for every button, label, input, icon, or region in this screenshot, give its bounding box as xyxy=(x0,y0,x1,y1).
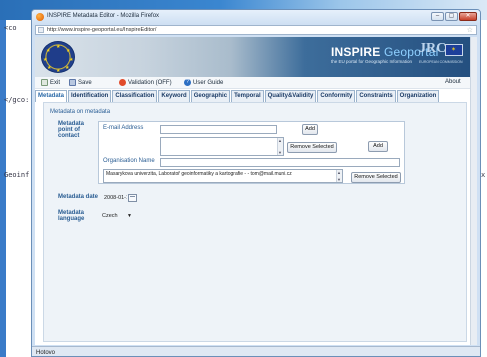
tab-quality-validity[interactable]: Quality&Validity xyxy=(264,90,317,102)
eu-flag-icon: ✶ xyxy=(445,44,463,56)
tab-metadata[interactable]: Metadata xyxy=(35,90,68,102)
organisation-list[interactable]: Masarykova univerzita, Laboratoř geoinfo… xyxy=(103,169,343,183)
background-code-text: Geoinf xyxy=(4,171,30,179)
page-icon xyxy=(38,27,44,33)
minimize-button[interactable]: – xyxy=(431,12,444,21)
header-banner: ★ ★ ★ ★ ★ ★ ★ ★ INSPIRE Geoportal the EU… xyxy=(35,37,470,77)
window-controls: – ▢ ✕ xyxy=(431,12,477,21)
window-titlebar[interactable]: INSPIRE Metadata Editor - Mozilla Firefo… xyxy=(32,10,480,24)
user-guide-button[interactable]: ? User Guide xyxy=(184,79,223,86)
add-email-button[interactable]: Add xyxy=(302,124,318,135)
validation-icon xyxy=(119,79,126,86)
browser-window: INSPIRE Metadata Editor - Mozilla Firefo… xyxy=(31,9,481,357)
metadata-language-label: Metadata language xyxy=(58,210,85,222)
window-title: INSPIRE Metadata Editor - Mozilla Firefo… xyxy=(47,13,160,19)
tab-constraints[interactable]: Constraints xyxy=(356,90,396,102)
save-icon xyxy=(69,79,76,86)
tab-keyword[interactable]: Keyword xyxy=(158,90,190,102)
about-link[interactable]: About xyxy=(445,79,461,85)
point-of-contact-box: E-mail Address Add Remove Selected Organ… xyxy=(98,121,405,184)
close-button[interactable]: ✕ xyxy=(459,12,477,21)
section-tabs: Metadata Identification Classification K… xyxy=(35,90,470,102)
remove-organisation-button[interactable]: Remove Selected xyxy=(351,172,401,183)
jrc-logo: JRC ✶ EUROPEAN COMMISSION xyxy=(419,41,463,64)
status-bar: Hotovo xyxy=(32,346,480,356)
organisation-list-scrollbar[interactable] xyxy=(336,170,342,182)
metadata-date-value[interactable]: 2008-01-14 xyxy=(102,194,127,203)
inspire-subtitle: the EU portal for Geographic Information xyxy=(331,59,413,64)
organisation-list-item[interactable]: Masarykova univerzita, Laboratoř geoinfo… xyxy=(106,171,292,177)
email-list[interactable] xyxy=(160,137,284,156)
email-label: E-mail Address xyxy=(103,125,144,131)
inspire-logo: ★ ★ ★ ★ ★ ★ ★ ★ xyxy=(41,41,75,74)
url-text[interactable]: http://www.inspire-geoportal.eu/InspireE… xyxy=(47,27,156,33)
organisation-label: Organisation Name xyxy=(103,158,155,164)
metadata-form: Metadata on metadata Metadata point of c… xyxy=(43,102,467,342)
tab-conformity[interactable]: Conformity xyxy=(317,90,356,102)
section-title: Metadata on metadata xyxy=(50,109,111,115)
remove-email-button[interactable]: Remove Selected xyxy=(287,142,337,153)
bookmark-star-icon[interactable]: ☆ xyxy=(467,26,473,34)
status-text: Hotovo xyxy=(36,350,56,356)
desktop-left-strip xyxy=(0,20,6,357)
tab-identification[interactable]: Identification xyxy=(68,90,112,102)
background-code-text: </gco: xyxy=(4,96,30,104)
save-button[interactable]: Save xyxy=(69,79,92,86)
point-of-contact-label: Metadata point of contact xyxy=(58,121,85,139)
tab-classification[interactable]: Classification xyxy=(112,90,158,102)
editor-toolbar: Exit Save Validation (OFF) ? User Guide … xyxy=(35,77,470,89)
exit-button[interactable]: Exit xyxy=(41,79,60,86)
maximize-button[interactable]: ▢ xyxy=(445,12,458,21)
tab-geographic[interactable]: Geographic xyxy=(190,90,231,102)
help-icon: ? xyxy=(184,79,191,86)
page-viewport: ★ ★ ★ ★ ★ ★ ★ ★ INSPIRE Geoportal the EU… xyxy=(35,37,477,345)
background-code-text: <co xyxy=(4,24,17,32)
background-code-text: x xyxy=(481,171,486,179)
validation-toggle[interactable]: Validation (OFF) xyxy=(119,79,172,86)
calendar-icon[interactable] xyxy=(128,194,137,202)
address-bar[interactable]: http://www.inspire-geoportal.eu/InspireE… xyxy=(35,25,477,35)
dropdown-arrow-icon: ▼ xyxy=(127,213,132,219)
vertical-scrollbar[interactable] xyxy=(470,37,477,345)
firefox-icon xyxy=(36,13,44,21)
email-list-scrollbar[interactable] xyxy=(277,138,283,155)
metadata-date-label: Metadata date xyxy=(58,194,99,200)
editor-page: ★ ★ ★ ★ ★ ★ ★ ★ INSPIRE Geoportal the EU… xyxy=(35,37,470,345)
add-contact-button[interactable]: Add xyxy=(368,141,388,152)
email-input[interactable] xyxy=(160,125,277,134)
organisation-input[interactable] xyxy=(160,158,400,167)
tab-temporal[interactable]: Temporal xyxy=(231,90,264,102)
tab-organization[interactable]: Organization xyxy=(396,90,440,102)
exit-icon xyxy=(41,79,48,86)
metadata-language-select[interactable]: Czech ▼ xyxy=(102,212,132,221)
